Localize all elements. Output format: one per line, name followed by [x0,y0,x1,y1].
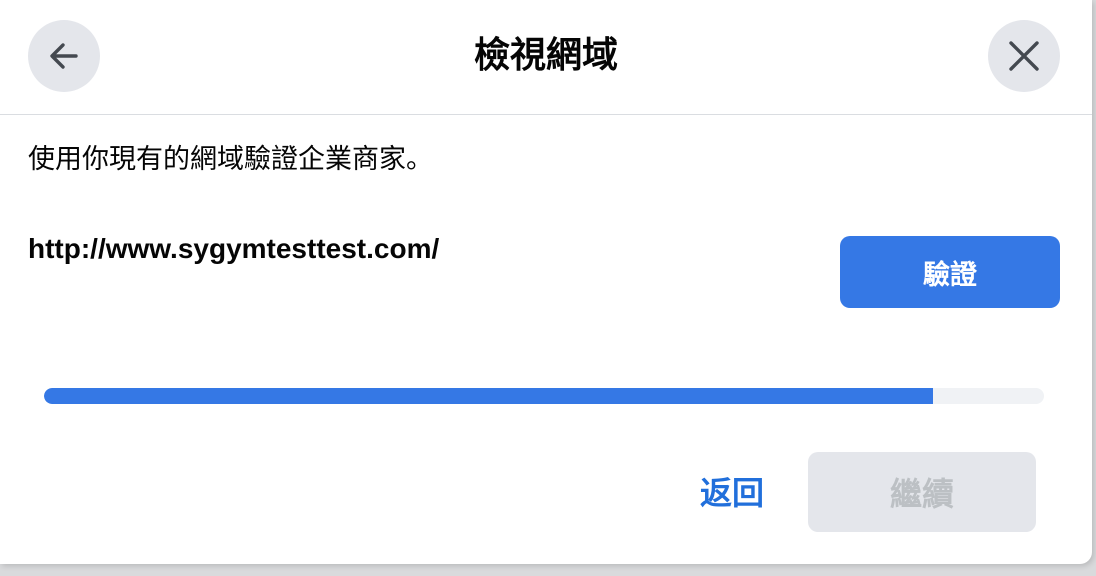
close-icon [1009,41,1039,71]
progress-bar-fill [44,388,933,404]
close-button[interactable] [988,20,1060,92]
dialog-description: 使用你現有的網域驗證企業商家。 [28,144,433,175]
back-link[interactable]: 返回 [700,470,770,516]
continue-button[interactable]: 繼續 [808,452,1036,532]
domain-url: http://www.sygymtesttest.com/ [28,233,440,264]
progress-bar [44,388,1044,404]
dialog-title: 檢視網域 [473,35,618,76]
dialog-header: 檢視網域 [0,0,1092,115]
verify-domain-dialog: 檢視網域 使用你現有的網域驗證企業商家。 http://www.sygymtes… [0,0,1092,564]
verify-button[interactable]: 驗證 [840,236,1060,308]
